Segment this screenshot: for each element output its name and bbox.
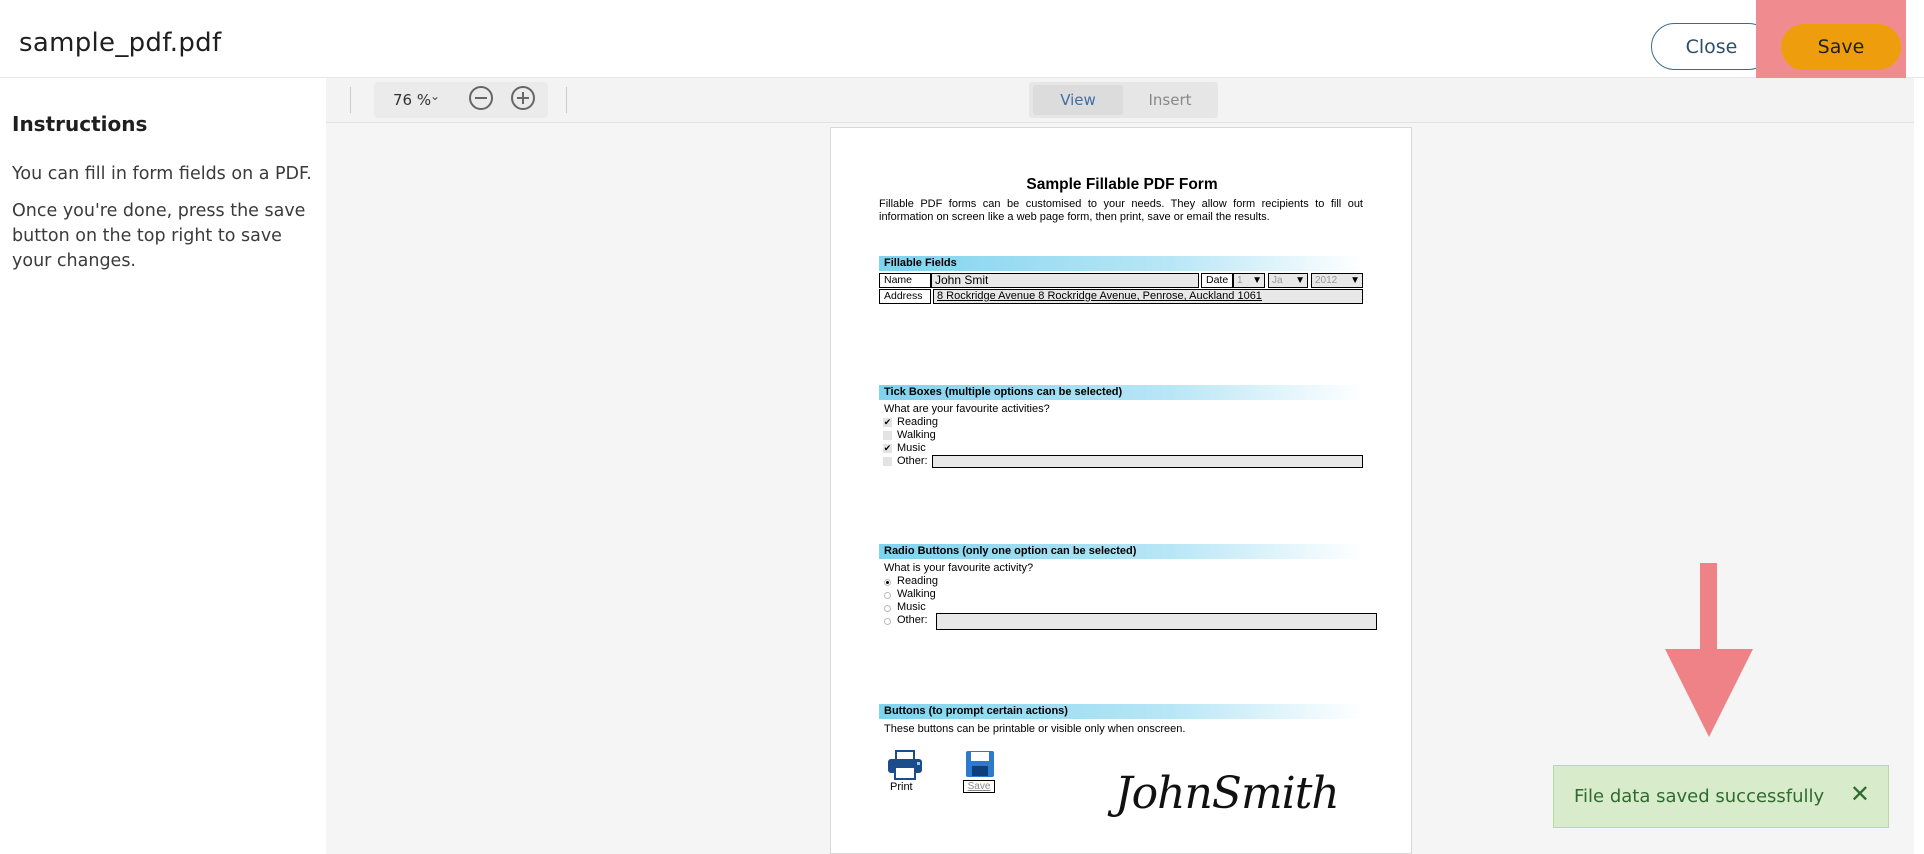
tick-option: Music bbox=[897, 442, 926, 454]
instructions-sidebar: Instructions You can fill in form fields… bbox=[0, 78, 326, 854]
name-label: Name bbox=[879, 273, 931, 288]
radio-button[interactable] bbox=[884, 592, 891, 599]
instructions-text-2: Once you're done, press the save button … bbox=[12, 201, 306, 271]
radio-option: Walking bbox=[897, 588, 936, 600]
year-select[interactable]: 2012 ▼ bbox=[1311, 273, 1363, 288]
signature: JohnSmith bbox=[1115, 768, 1340, 819]
check-icon[interactable]: ✔ bbox=[883, 418, 892, 427]
year-value: 2012 bbox=[1315, 275, 1338, 286]
tick-option: Reading bbox=[897, 416, 938, 428]
radio-button[interactable] bbox=[884, 618, 891, 625]
day-select[interactable]: 1 ▼ bbox=[1233, 273, 1265, 288]
zoom-in-icon[interactable] bbox=[511, 86, 535, 110]
app-header: sample_pdf.pdf Close Save bbox=[0, 0, 1924, 91]
instructions-title: Instructions bbox=[12, 112, 148, 136]
address-field[interactable]: 8 Rockridge Avenue 8 Rockridge Avenue, P… bbox=[933, 289, 1363, 304]
tick-question: What are your favourite activities? bbox=[884, 403, 1050, 415]
vertical-scrollbar[interactable] bbox=[1914, 78, 1924, 854]
chevron-down-icon: ▼ bbox=[1350, 275, 1360, 286]
viewer-toolbar: 76 % ⌄ View Insert bbox=[326, 78, 1914, 123]
tick-option: Walking bbox=[897, 429, 936, 441]
pdf-title: Sample Fillable PDF Form bbox=[1026, 176, 1218, 193]
save-button[interactable]: Save bbox=[1781, 24, 1901, 70]
tab-view[interactable]: View bbox=[1033, 85, 1123, 115]
month-select[interactable]: Ja ▼ bbox=[1268, 273, 1308, 288]
name-field[interactable]: John Smit bbox=[931, 273, 1199, 288]
address-label: Address bbox=[879, 289, 931, 304]
close-button[interactable]: Close bbox=[1651, 23, 1772, 70]
tab-insert[interactable]: Insert bbox=[1125, 85, 1215, 115]
check-icon[interactable]: ✔ bbox=[883, 444, 892, 453]
instructions-text-1: You can fill in form fields on a PDF. bbox=[12, 164, 312, 184]
pdf-save-label: Save bbox=[963, 780, 995, 793]
annotation-arrow-shaft bbox=[1700, 563, 1717, 651]
buttons-note: These buttons can be printable or visibl… bbox=[884, 723, 1186, 735]
radio-question: What is your favourite activity? bbox=[884, 562, 1034, 574]
zoom-out-icon[interactable] bbox=[469, 86, 493, 110]
tick-other-field[interactable] bbox=[932, 455, 1363, 468]
radio-option: Other: bbox=[897, 614, 928, 626]
checkbox[interactable] bbox=[883, 431, 892, 440]
month-value: Ja bbox=[1272, 275, 1283, 286]
chevron-down-icon: ▼ bbox=[1252, 275, 1262, 286]
tick-option: Other: bbox=[897, 455, 928, 467]
zoom-level-select[interactable]: 76 % bbox=[393, 91, 431, 109]
toolbar-divider bbox=[350, 87, 351, 113]
pdf-intro: Fillable PDF forms can be customised to … bbox=[879, 198, 1363, 223]
close-icon[interactable]: ✕ bbox=[1850, 782, 1870, 806]
file-name-title: sample_pdf.pdf bbox=[19, 28, 222, 58]
chevron-down-icon[interactable]: ⌄ bbox=[430, 89, 440, 103]
success-toast: File data saved successfully ✕ bbox=[1553, 765, 1889, 828]
date-label: Date bbox=[1201, 273, 1233, 288]
printer-icon bbox=[888, 750, 922, 780]
checkbox[interactable] bbox=[883, 457, 892, 466]
radio-option: Music bbox=[897, 601, 926, 613]
day-value: 1 bbox=[1237, 275, 1243, 286]
section-heading-tick: Tick Boxes (multiple options can be sele… bbox=[879, 385, 1363, 400]
section-heading-buttons: Buttons (to prompt certain actions) bbox=[879, 704, 1363, 719]
mode-switch: View Insert bbox=[1029, 82, 1218, 118]
radio-button[interactable] bbox=[884, 579, 891, 586]
pdf-print-label: Print bbox=[890, 781, 913, 793]
section-heading-fillable: Fillable Fields bbox=[879, 256, 1363, 271]
radio-option: Reading bbox=[897, 575, 938, 587]
radio-other-field[interactable] bbox=[936, 613, 1377, 630]
pdf-print-button[interactable]: Print bbox=[886, 750, 926, 796]
pdf-save-button[interactable]: Save bbox=[963, 750, 997, 796]
annotation-arrow-icon bbox=[1665, 649, 1753, 737]
floppy-disk-icon bbox=[966, 751, 994, 777]
toolbar-divider bbox=[566, 87, 567, 113]
toast-message: File data saved successfully bbox=[1574, 786, 1825, 807]
section-heading-radio: Radio Buttons (only one option can be se… bbox=[879, 544, 1363, 559]
radio-button[interactable] bbox=[884, 605, 891, 612]
pdf-page: Sample Fillable PDF Form Fillable PDF fo… bbox=[830, 127, 1412, 854]
pdf-viewer[interactable]: 76 % ⌄ View Insert Sample Fillable PDF F… bbox=[326, 78, 1914, 854]
chevron-down-icon: ▼ bbox=[1295, 275, 1305, 286]
